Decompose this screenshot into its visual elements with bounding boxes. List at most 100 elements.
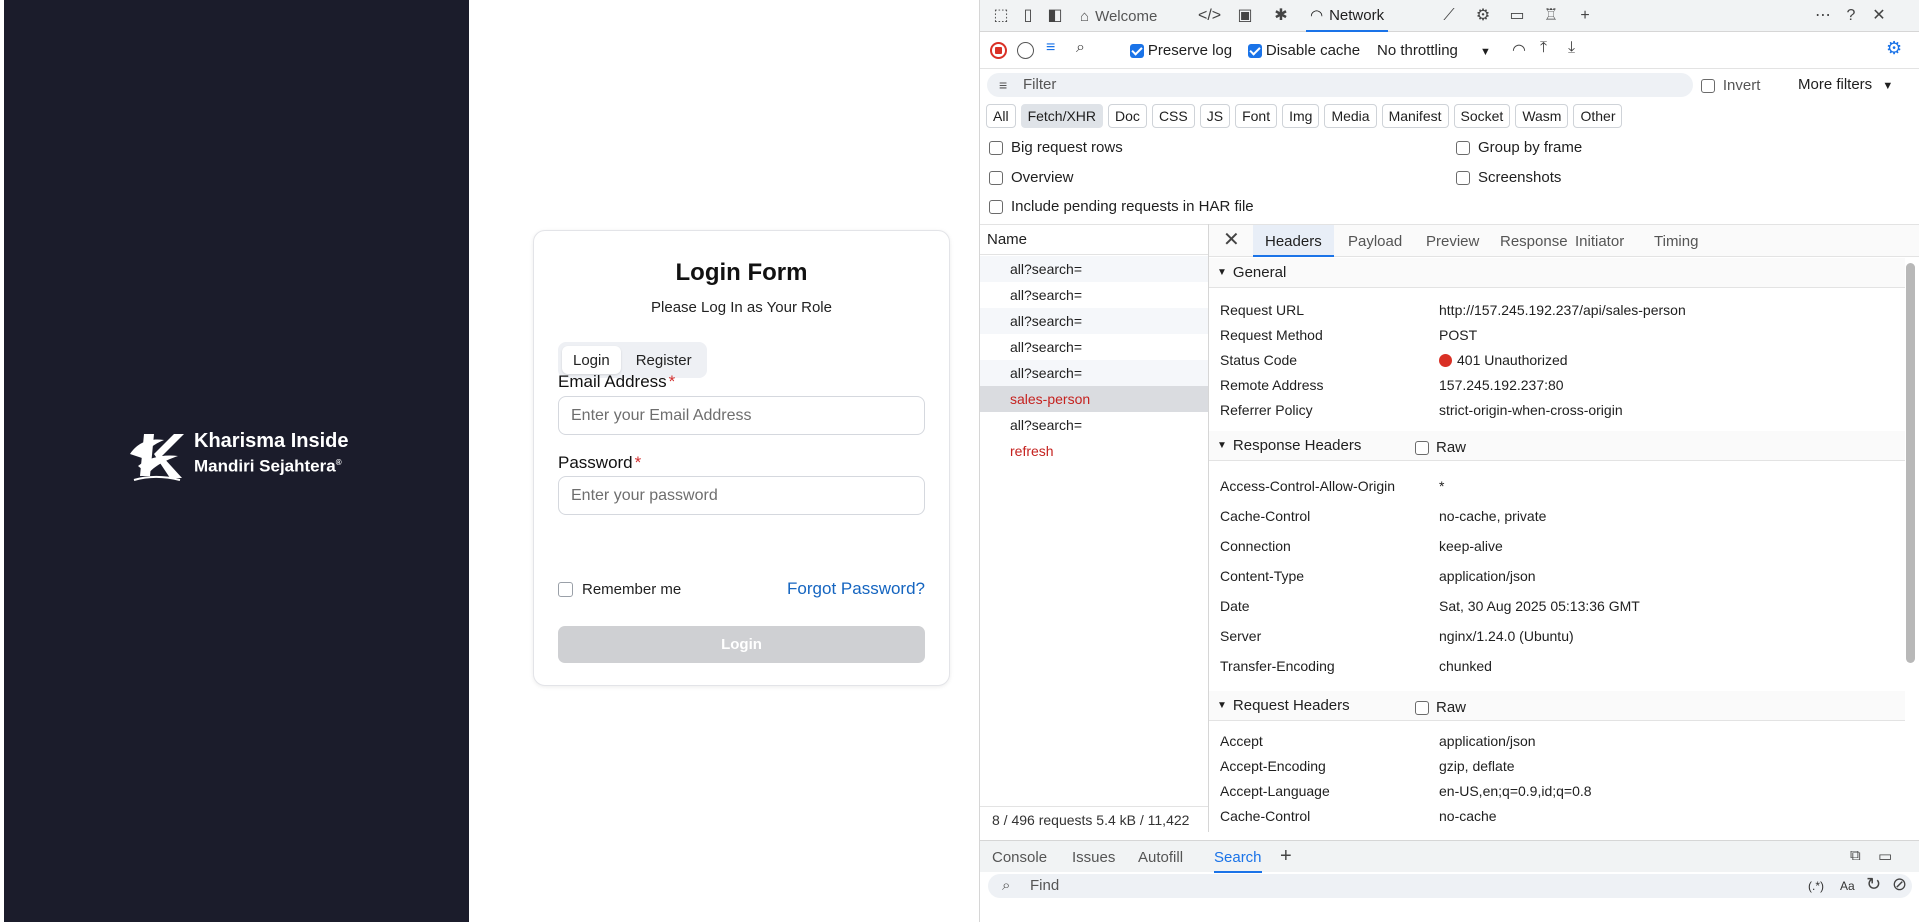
- lighthouse-icon[interactable]: ♖: [1540, 6, 1562, 26]
- type-chip-other[interactable]: Other: [1573, 104, 1623, 128]
- invert-toggle[interactable]: Invert: [1701, 77, 1760, 94]
- raw-checkbox[interactable]: [1415, 440, 1429, 455]
- network-settings-gear-icon[interactable]: ⚙: [1886, 38, 1902, 59]
- tab-welcome[interactable]: ⌂ Welcome: [1080, 0, 1157, 32]
- forgot-password-link[interactable]: Forgot Password?: [787, 579, 925, 599]
- screenshots-checkbox[interactable]: [1456, 170, 1470, 185]
- export-har-icon[interactable]: ⤓: [1568, 39, 1575, 57]
- clear-search-icon[interactable]: ⊘: [1892, 874, 1907, 895]
- preserve-log-checkbox[interactable]: [1130, 44, 1144, 59]
- regex-toggle[interactable]: (.*): [1808, 874, 1824, 898]
- request-row[interactable]: all?search=: [980, 360, 1208, 386]
- type-chip-doc[interactable]: Doc: [1108, 104, 1147, 128]
- more-options-icon[interactable]: ⋯: [1812, 6, 1834, 26]
- big-request-rows-option[interactable]: Big request rows: [989, 139, 1123, 156]
- type-chip-manifest[interactable]: Manifest: [1381, 104, 1449, 128]
- request-row[interactable]: all?search=: [980, 256, 1208, 282]
- name-column-header[interactable]: Name: [980, 224, 1208, 255]
- drawer-tab-autofill[interactable]: Autofill: [1138, 841, 1183, 873]
- performance-icon[interactable]: ⟋: [1438, 6, 1460, 26]
- close-detail-icon[interactable]: ✕: [1223, 227, 1240, 252]
- drawer-tab-console[interactable]: Console: [992, 841, 1047, 873]
- screenshots-option[interactable]: Screenshots: [1456, 169, 1561, 186]
- more-filters-dropdown[interactable]: More filters ▼: [1798, 76, 1893, 93]
- tab-timing[interactable]: Timing: [1654, 225, 1698, 257]
- drawer-tab-search[interactable]: Search: [1214, 841, 1262, 873]
- drawer-tab-issues[interactable]: Issues: [1072, 841, 1115, 873]
- tab-preview[interactable]: Preview: [1426, 225, 1479, 257]
- request-row-selected[interactable]: sales-person: [980, 386, 1208, 412]
- tab-network[interactable]: ◠ Network: [1306, 0, 1389, 32]
- tab-login[interactable]: Login: [562, 346, 621, 374]
- request-row[interactable]: all?search=: [980, 412, 1208, 438]
- tab-register[interactable]: Register: [625, 346, 703, 374]
- disable-cache-toggle[interactable]: Disable cache: [1248, 42, 1360, 59]
- request-row[interactable]: all?search=: [980, 282, 1208, 308]
- match-case-toggle[interactable]: Aa: [1840, 874, 1855, 898]
- login-button[interactable]: Login: [558, 626, 925, 663]
- har-pending-checkbox[interactable]: [989, 199, 1003, 214]
- remember-me-checkbox[interactable]: [558, 582, 573, 597]
- group-by-frame-option[interactable]: Group by frame: [1456, 139, 1582, 156]
- request-headers-section-header[interactable]: ▼ Request Headers: [1209, 691, 1905, 721]
- raw-checkbox[interactable]: [1415, 700, 1429, 715]
- close-devtools-icon[interactable]: ✕: [1868, 6, 1890, 26]
- general-section-header[interactable]: ▼ General: [1209, 258, 1905, 288]
- request-raw-toggle[interactable]: Raw: [1415, 699, 1466, 716]
- inspect-element-icon[interactable]: ⬚: [990, 6, 1012, 26]
- memory-icon[interactable]: ⚙: [1472, 6, 1494, 26]
- tab-headers[interactable]: Headers: [1253, 225, 1334, 257]
- request-row[interactable]: all?search=: [980, 334, 1208, 360]
- search-icon[interactable]: ⌕: [1076, 39, 1085, 57]
- filter-settings-icon[interactable]: ≡: [1046, 39, 1055, 57]
- filter-input[interactable]: ≡ Filter: [987, 73, 1693, 97]
- dock-side-icon[interactable]: ◧: [1044, 6, 1066, 26]
- refresh-search-icon[interactable]: ↻: [1866, 874, 1881, 895]
- more-tools-plus-icon[interactable]: +: [1574, 6, 1596, 26]
- tab-response[interactable]: Response: [1500, 225, 1568, 257]
- import-har-icon[interactable]: ⤒: [1540, 39, 1547, 57]
- detail-scrollbar[interactable]: [1906, 263, 1915, 663]
- request-row[interactable]: refresh: [980, 438, 1208, 464]
- panel-divider[interactable]: [1208, 224, 1209, 832]
- big-request-rows-checkbox[interactable]: [989, 140, 1003, 155]
- email-input[interactable]: [558, 396, 925, 435]
- type-chip-js[interactable]: JS: [1199, 104, 1231, 128]
- remember-me[interactable]: Remember me: [558, 581, 681, 598]
- throttling-select[interactable]: No throttling ▼: [1377, 42, 1491, 59]
- password-input[interactable]: [558, 476, 925, 515]
- type-chip-font[interactable]: Font: [1235, 104, 1278, 128]
- device-toolbar-icon[interactable]: ▯: [1017, 6, 1039, 26]
- invert-checkbox[interactable]: [1701, 79, 1715, 94]
- add-drawer-tab-icon[interactable]: +: [1280, 845, 1292, 868]
- help-icon[interactable]: ?: [1840, 6, 1862, 26]
- close-drawer-icon[interactable]: ▭: [1878, 847, 1892, 865]
- type-chip-socket[interactable]: Socket: [1453, 104, 1511, 128]
- overview-option[interactable]: Overview: [989, 169, 1074, 186]
- disable-cache-checkbox[interactable]: [1248, 44, 1262, 59]
- network-conditions-icon[interactable]: ◠: [1512, 40, 1526, 60]
- find-input[interactable]: ⌕ Find (.*) Aa: [988, 874, 1912, 898]
- sources-bug-icon[interactable]: ✱: [1270, 6, 1292, 26]
- type-chip-img[interactable]: Img: [1282, 104, 1320, 128]
- elements-icon[interactable]: </>: [1198, 6, 1221, 26]
- overview-checkbox[interactable]: [989, 170, 1003, 185]
- response-raw-toggle[interactable]: Raw: [1415, 439, 1466, 456]
- har-pending-option[interactable]: Include pending requests in HAR file: [989, 198, 1254, 215]
- application-icon[interactable]: ▭: [1506, 6, 1528, 26]
- response-headers-section-header[interactable]: ▼ Response Headers: [1209, 431, 1905, 461]
- preserve-log-toggle[interactable]: Preserve log: [1130, 42, 1232, 59]
- type-chip-wasm[interactable]: Wasm: [1515, 104, 1569, 128]
- tab-initiator[interactable]: Initiator: [1575, 225, 1624, 257]
- type-chip-css[interactable]: CSS: [1151, 104, 1195, 128]
- type-chip-all[interactable]: All: [986, 104, 1016, 128]
- type-chip-media[interactable]: Media: [1324, 104, 1377, 128]
- type-chip-fetch-xhr[interactable]: Fetch/XHR: [1020, 104, 1104, 128]
- request-row[interactable]: all?search=: [980, 308, 1208, 334]
- group-by-frame-checkbox[interactable]: [1456, 140, 1470, 155]
- tab-payload[interactable]: Payload: [1348, 225, 1402, 257]
- record-stop-icon[interactable]: [990, 42, 1007, 59]
- console-icon[interactable]: ▣: [1234, 6, 1256, 26]
- clear-icon[interactable]: [1017, 42, 1034, 59]
- move-drawer-icon[interactable]: ⧉: [1850, 847, 1861, 864]
